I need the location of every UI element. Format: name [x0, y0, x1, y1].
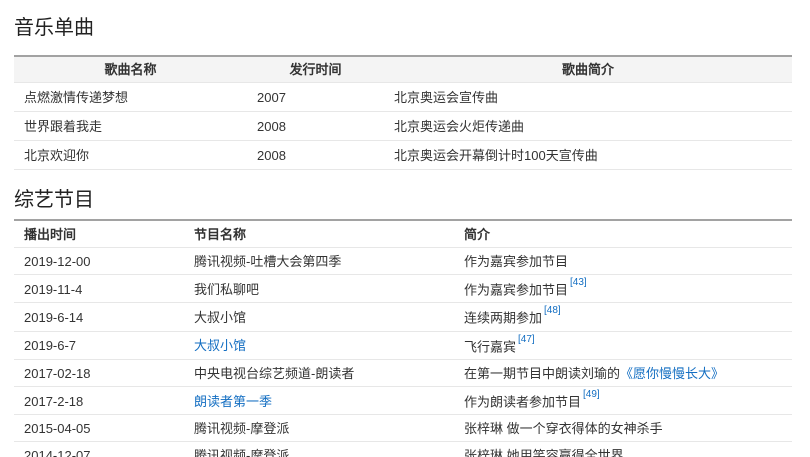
reference-link[interactable]: [47] [518, 334, 535, 345]
program-intro: 张梓琳 她用笑容赢得全世界 [454, 442, 792, 457]
release-time: 2007 [247, 83, 384, 112]
program-name: 大叔小馆 [184, 303, 454, 331]
table-row: 北京欢迎你 2008 北京奥运会开幕倒计时100天宣传曲 [14, 141, 792, 170]
broadcast-time: 2017-2-18 [14, 386, 184, 414]
release-time: 2008 [247, 112, 384, 141]
broadcast-time: 2019-12-00 [14, 248, 184, 275]
broadcast-time: 2017-02-18 [14, 359, 184, 386]
program-name: 腾讯视频-摩登派 [184, 442, 454, 457]
program-name: 朗读者第一季 [184, 386, 454, 414]
column-header-intro: 简介 [454, 220, 792, 248]
song-name: 世界跟着我走 [14, 112, 247, 141]
table-row: 2019-12-00 腾讯视频-吐槽大会第四季 作为嘉宾参加节目 [14, 248, 792, 275]
program-intro: 飞行嘉宾[47] [454, 331, 792, 359]
table-row: 2017-02-18 中央电视台综艺频道-朗读者 在第一期节目中朗读刘瑜的《愿你… [14, 359, 792, 386]
table-row: 2019-6-14 大叔小馆 连续两期参加[48] [14, 303, 792, 331]
program-intro: 连续两期参加[48] [454, 303, 792, 331]
section-title-music-singles: 音乐单曲 [14, 16, 792, 40]
program-name-link[interactable]: 大叔小馆 [194, 338, 246, 353]
broadcast-time: 2015-04-05 [14, 415, 184, 442]
program-name: 中央电视台综艺频道-朗读者 [184, 359, 454, 386]
program-intro: 在第一期节目中朗读刘瑜的《愿你慢慢长大》 [454, 359, 792, 386]
table-row: 2019-11-4 我们私聊吧 作为嘉宾参加节目[43] [14, 275, 792, 303]
variety-shows-table: 播出时间 节目名称 简介 2019-12-00 腾讯视频-吐槽大会第四季 作为嘉… [14, 219, 792, 457]
table-header-row: 播出时间 节目名称 简介 [14, 220, 792, 248]
table-row: 点燃激情传递梦想 2007 北京奥运会宣传曲 [14, 83, 792, 112]
column-header-song-name: 歌曲名称 [14, 56, 247, 83]
song-name: 北京欢迎你 [14, 141, 247, 170]
intro-text: 连续两期参加 [464, 311, 542, 326]
reference-link[interactable]: [49] [583, 389, 600, 400]
broadcast-time: 2014-12-07 [14, 442, 184, 457]
song-intro: 北京奥运会火炬传递曲 [384, 112, 792, 141]
intro-text: 飞行嘉宾 [464, 339, 516, 354]
program-name-link[interactable]: 朗读者第一季 [194, 394, 272, 409]
table-row: 2019-6-7 大叔小馆 飞行嘉宾[47] [14, 331, 792, 359]
intro-text: 在第一期节目中朗读刘瑜的 [464, 366, 620, 381]
broadcast-time: 2019-11-4 [14, 275, 184, 303]
program-name: 我们私聊吧 [184, 275, 454, 303]
program-intro: 作为嘉宾参加节目 [454, 248, 792, 275]
column-header-song-intro: 歌曲简介 [384, 56, 792, 83]
program-intro: 张梓琳 做一个穿衣得体的女神杀手 [454, 415, 792, 442]
reference-link[interactable]: [43] [570, 277, 587, 288]
intro-text: 作为嘉宾参加节目 [464, 282, 568, 297]
baike-content-page: 音乐单曲 歌曲名称 发行时间 歌曲简介 点燃激情传递梦想 2007 北京奥运会宣… [0, 0, 810, 457]
music-singles-table: 歌曲名称 发行时间 歌曲简介 点燃激情传递梦想 2007 北京奥运会宣传曲 世界… [14, 55, 792, 170]
program-name: 大叔小馆 [184, 331, 454, 359]
table-row: 2015-04-05 腾讯视频-摩登派 张梓琳 做一个穿衣得体的女神杀手 [14, 415, 792, 442]
program-name: 腾讯视频-摩登派 [184, 415, 454, 442]
table-header-row: 歌曲名称 发行时间 歌曲简介 [14, 56, 792, 83]
intro-text: 作为朗读者参加节目 [464, 394, 581, 409]
song-intro: 北京奥运会宣传曲 [384, 83, 792, 112]
program-intro: 作为嘉宾参加节目[43] [454, 275, 792, 303]
program-name: 腾讯视频-吐槽大会第四季 [184, 248, 454, 275]
program-intro: 作为朗读者参加节目[49] [454, 386, 792, 414]
broadcast-time: 2019-6-7 [14, 331, 184, 359]
column-header-program-name: 节目名称 [184, 220, 454, 248]
column-header-release-time: 发行时间 [247, 56, 384, 83]
section-title-variety-shows: 综艺节目 [14, 188, 792, 212]
table-row: 2014-12-07 腾讯视频-摩登派 张梓琳 她用笑容赢得全世界 [14, 442, 792, 457]
intro-work-link[interactable]: 《愿你慢慢长大》 [620, 366, 724, 381]
broadcast-time: 2019-6-14 [14, 303, 184, 331]
table-row: 2017-2-18 朗读者第一季 作为朗读者参加节目[49] [14, 386, 792, 414]
table-row: 世界跟着我走 2008 北京奥运会火炬传递曲 [14, 112, 792, 141]
reference-link[interactable]: [48] [544, 305, 561, 316]
release-time: 2008 [247, 141, 384, 170]
column-header-broadcast-time: 播出时间 [14, 220, 184, 248]
song-name: 点燃激情传递梦想 [14, 83, 247, 112]
song-intro: 北京奥运会开幕倒计时100天宣传曲 [384, 141, 792, 170]
